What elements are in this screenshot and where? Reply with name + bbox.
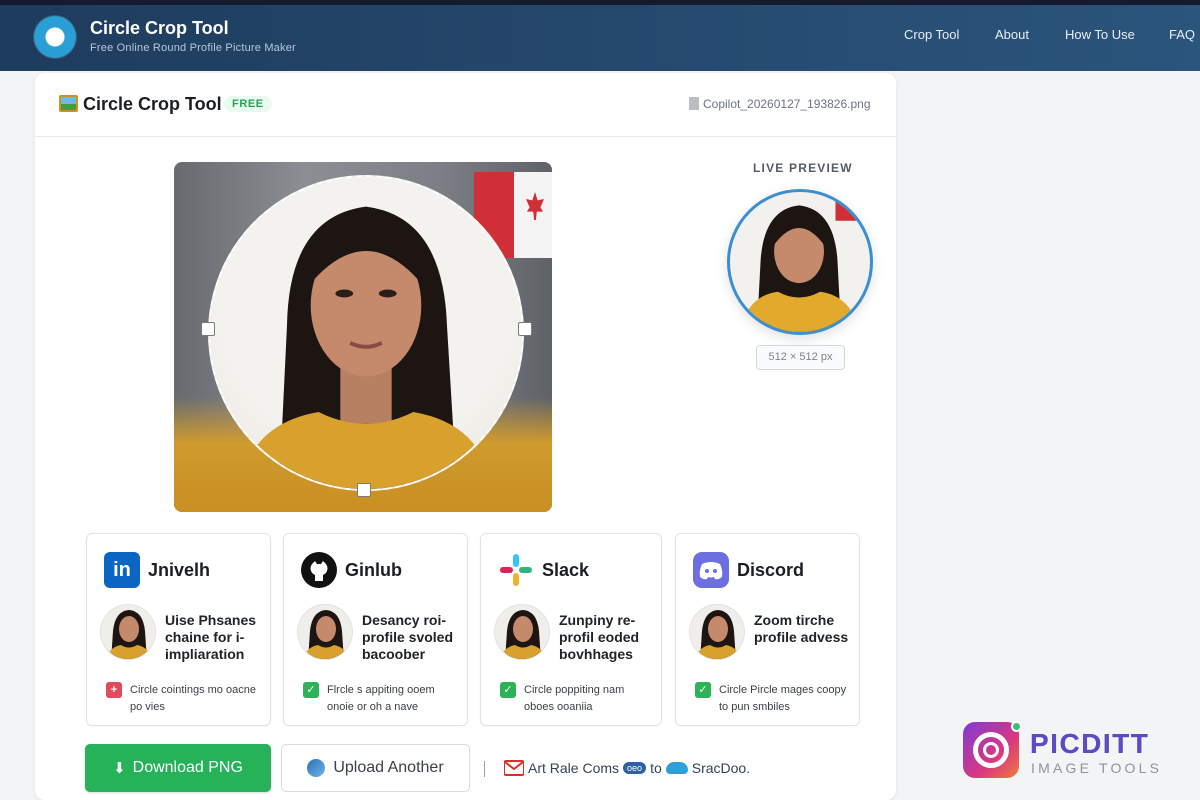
logo-dot (1011, 721, 1022, 732)
avatar (100, 604, 156, 660)
portrait-image (239, 206, 493, 489)
platform-description: Desancy roi-profile svoled bacoober (362, 612, 454, 662)
discord-icon (693, 552, 729, 588)
promo-pill: oeo (623, 762, 647, 774)
promo-text-c: SracDoo. (691, 760, 751, 776)
site-header: Circle Crop Tool Free Online Round Profi… (0, 5, 1200, 71)
logo-icon[interactable] (34, 16, 76, 58)
download-icon: ⬇ (113, 760, 126, 777)
nav-how-to-use[interactable]: How To Use (1065, 27, 1135, 42)
nav-about[interactable]: About (995, 27, 1029, 42)
watermark-subtitle: IMAGE TOOLS (1031, 760, 1163, 776)
crop-handle-bottom[interactable] (357, 483, 371, 497)
gmail-icon (503, 760, 525, 776)
platform-note: Flrcle s appiting ooem onoie or oh a nav… (327, 684, 435, 713)
card-header: Circle Crop Tool FREE Copilot_20260127_1… (35, 73, 896, 137)
crop-canvas[interactable] (174, 162, 552, 512)
preview-circle (727, 189, 873, 335)
platform-card-linkedin[interactable]: in Jnivelh Uise Phsanes chaine for i-imp… (86, 533, 271, 726)
download-png-button[interactable]: ⬇ Download PNG (85, 744, 271, 792)
file-name: Copilot_20260127_193826.png (703, 97, 871, 111)
platform-note: Circle cointings mo oacne po vies (130, 684, 256, 713)
platform-name: Jnivelh (148, 560, 211, 580)
site-title[interactable]: Circle Crop Tool (90, 18, 229, 39)
crop-circle[interactable] (208, 175, 524, 491)
crop-handle-right[interactable] (518, 322, 532, 336)
upload-icon (307, 759, 326, 777)
avatar (494, 604, 550, 660)
watermark-name: PICDITT (1030, 728, 1150, 759)
upload-another-button[interactable]: Upload Another (281, 744, 470, 792)
check-icon: ✓ (500, 682, 516, 698)
crop-handle-left[interactable] (201, 322, 215, 336)
picture-icon (59, 95, 78, 112)
nav-faq[interactable]: FAQ (1169, 27, 1195, 42)
platform-card-discord[interactable]: Discord Zoom tirche profile advess ✓ Cir… (675, 533, 860, 726)
platform-card-github[interactable]: Ginlub Desancy roi-profile svoled bacoob… (283, 533, 468, 726)
free-badge: FREE (224, 96, 272, 112)
platform-name: Discord (737, 560, 805, 580)
card-title: Circle Crop Tool (83, 94, 222, 114)
upload-label: Upload Another (333, 759, 444, 776)
platform-note: Circle Pircle mages coopy to pun smbiles (719, 684, 847, 713)
preview-label: LIVE PREVIEW (753, 161, 853, 175)
file-icon (689, 97, 699, 110)
avatar (297, 604, 353, 660)
platform-description: Uise Phsanes chaine for i-impliaration (165, 612, 257, 662)
preview-image (739, 192, 870, 332)
github-icon (301, 552, 337, 588)
logo-ring-inner (983, 742, 999, 758)
check-icon: ✓ (695, 682, 711, 698)
cloud-icon (665, 762, 688, 774)
linkedin-icon: in (104, 552, 140, 588)
avatar (689, 604, 745, 660)
nav-crop-tool[interactable]: Crop Tool (904, 27, 959, 42)
platform-description: Zoom tirche profile advess (754, 612, 849, 645)
site-subtitle: Free Online Round Profile Picture Maker (90, 42, 296, 54)
platform-note: Circle poppiting nam oboes ooaniia (524, 684, 625, 713)
check-icon: + (106, 682, 122, 698)
promo-links[interactable]: Art Rale Coms oeo to SracDoo. (503, 760, 751, 776)
preview-size: 512 × 512 px (756, 345, 845, 370)
slack-icon (498, 552, 534, 588)
divider (484, 761, 485, 777)
crop-tool-card: Circle Crop Tool FREE Copilot_20260127_1… (35, 73, 896, 800)
download-label: Download PNG (132, 759, 243, 776)
platform-description: Zunpiny re-profil eoded bovhhages (559, 612, 640, 662)
platform-name: Ginlub (345, 560, 402, 580)
platform-name: Slack (542, 560, 590, 580)
promo-text-a: Art Rale Coms (528, 760, 620, 776)
platform-card-slack[interactable]: Slack Zunpiny re-profil eoded bovhhages … (480, 533, 662, 726)
check-icon: ✓ (303, 682, 319, 698)
promo-text-b: to (650, 760, 662, 776)
